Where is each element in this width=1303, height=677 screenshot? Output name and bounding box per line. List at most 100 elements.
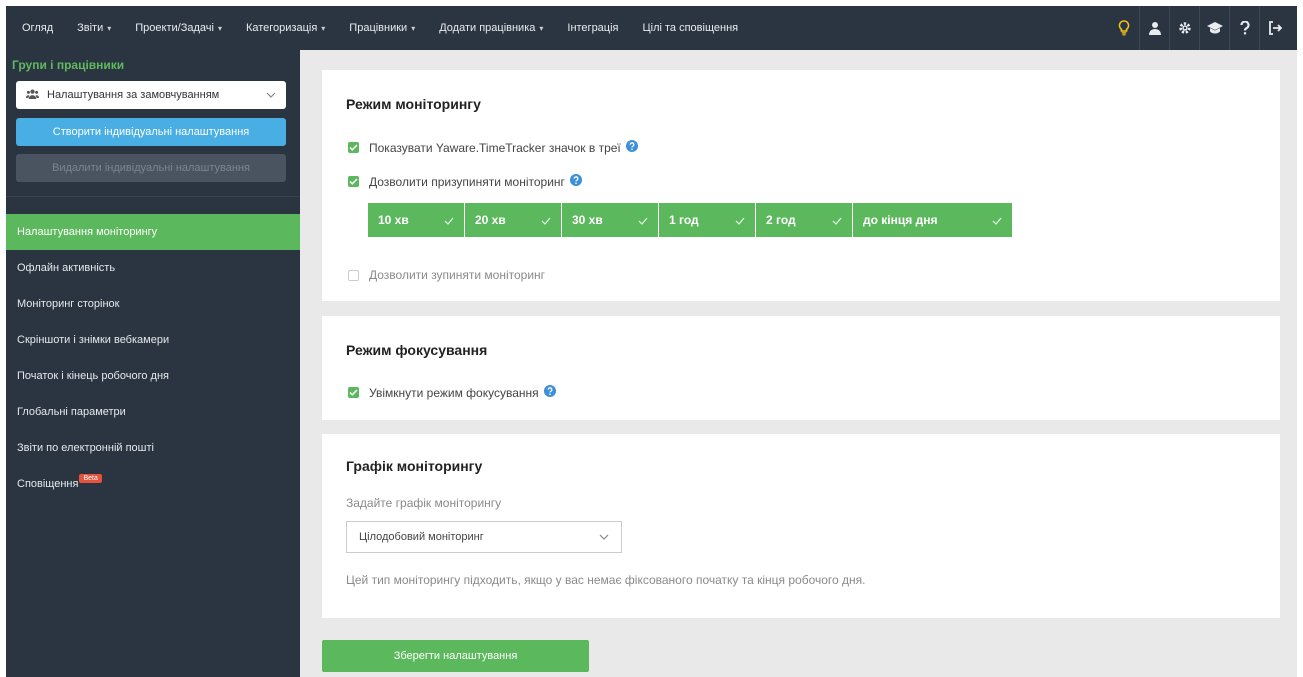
users-icon bbox=[26, 89, 39, 102]
chevron-down-icon: ▾ bbox=[321, 23, 326, 33]
question-icon[interactable] bbox=[1229, 6, 1259, 50]
pause-option-2hours[interactable]: 2 год bbox=[756, 203, 852, 237]
show-tray-icon-row: Показувати Yaware.TimeTracker значок в т… bbox=[348, 140, 638, 155]
sidebar-item-label: Налаштування моніторингу bbox=[17, 226, 158, 238]
group-title: Групи і працівники bbox=[12, 58, 125, 72]
pause-option-label: 30 хв bbox=[572, 213, 603, 227]
sidebar-item-label: Початок і кінець робочого дня bbox=[17, 370, 169, 382]
monitoring-mode-card: Режим моніторингу Показувати Yaware.Time… bbox=[322, 70, 1280, 301]
nav-projects[interactable]: Проекти/Задачі ▾ bbox=[135, 22, 222, 34]
schedule-select[interactable]: Цілодобовий моніторинг bbox=[346, 521, 622, 553]
focus-mode-checkbox[interactable] bbox=[348, 387, 359, 398]
nav-projects-label: Проекти/Задачі bbox=[135, 22, 214, 34]
pause-options: 10 хв 20 хв 30 хв 1 год 2 год до кінця д… bbox=[368, 203, 1013, 237]
nav-employees-label: Працівники bbox=[349, 22, 408, 34]
schedule-description: Цей тип моніторингу підходить, якщо у ва… bbox=[346, 573, 866, 587]
group-select-value: Налаштування за замовчуванням bbox=[47, 89, 220, 101]
check-icon bbox=[992, 214, 1002, 228]
chevron-down-icon: ▾ bbox=[539, 23, 544, 33]
pause-option-label: 1 год bbox=[669, 213, 699, 227]
sidebar-item-label: Глобальні параметри bbox=[17, 406, 126, 418]
nav-goals-label: Цілі та сповіщення bbox=[642, 22, 739, 34]
logout-icon[interactable] bbox=[1259, 6, 1289, 50]
sidebar-item-label: Скріншоти і знімки вебкамери bbox=[17, 334, 170, 346]
sidebar-item-page-monitoring[interactable]: Моніторинг сторінок bbox=[6, 286, 300, 322]
pause-option-10min[interactable]: 10 хв bbox=[368, 203, 464, 237]
user-icon[interactable] bbox=[1139, 6, 1169, 50]
sidebar-item-monitoring-settings[interactable]: Налаштування моніторингу bbox=[6, 214, 300, 250]
nav-reports-label: Звіти bbox=[77, 22, 104, 34]
lightbulb-icon[interactable] bbox=[1109, 6, 1139, 50]
focus-mode-title: Режим фокусування bbox=[346, 342, 488, 358]
top-nav: Огляд Звіти ▾ Проекти/Задачі ▾ Категоризац… bbox=[6, 6, 1297, 50]
sidebar-item-label: Моніторинг сторінок bbox=[17, 298, 120, 310]
allow-pause-checkbox[interactable] bbox=[348, 176, 359, 187]
check-icon bbox=[444, 214, 454, 228]
nav-reports[interactable]: Звіти ▾ bbox=[77, 22, 111, 34]
schedule-label: Задайте графік моніторингу bbox=[346, 496, 502, 510]
chevron-down-icon: ▾ bbox=[411, 23, 416, 33]
nav-integration-label: Інтеграція bbox=[567, 22, 619, 34]
beta-badge: Beta bbox=[79, 473, 102, 483]
create-individual-settings-button[interactable]: Створити індивідуальні налаштування bbox=[16, 118, 286, 146]
focus-mode-label: Увімкнути режим фокусування bbox=[369, 385, 539, 400]
allow-pause-row: Дозволити призупиняти моніторинг bbox=[348, 174, 582, 189]
pause-option-label: 2 год bbox=[766, 213, 796, 227]
nav-add-employee-label: Додати працівника bbox=[439, 22, 536, 34]
schedule-card: Графік моніторингу Задайте графік моніто… bbox=[322, 434, 1280, 618]
monitoring-mode-title: Режим моніторингу bbox=[346, 96, 481, 112]
save-settings-button[interactable]: Зберегти налаштування bbox=[322, 640, 589, 672]
pause-option-label: 10 хв bbox=[378, 213, 409, 227]
sidebar-item-screenshots-webcam[interactable]: Скріншоти і знімки вебкамери bbox=[6, 322, 300, 358]
sidebar: Групи і працівники Налаштування за замов… bbox=[6, 50, 300, 677]
allow-stop-row: Дозволити зупиняти моніторинг bbox=[348, 268, 545, 282]
help-icon[interactable] bbox=[569, 174, 582, 189]
sidebar-item-workday-start-end[interactable]: Початок і кінець робочого дня bbox=[6, 358, 300, 394]
pause-option-30min[interactable]: 30 хв bbox=[562, 203, 658, 237]
settings-menu: Налаштування моніторингу Офлайн активніс… bbox=[6, 214, 300, 502]
check-icon bbox=[541, 214, 551, 228]
nav-add-employee[interactable]: Додати працівника ▾ bbox=[439, 22, 543, 34]
nav-goals[interactable]: Цілі та сповіщення bbox=[643, 22, 739, 34]
show-tray-icon-checkbox[interactable] bbox=[348, 142, 359, 153]
graduation-cap-icon[interactable] bbox=[1199, 6, 1229, 50]
sidebar-item-label: Сповіщення bbox=[17, 478, 79, 490]
help-icon[interactable] bbox=[625, 140, 638, 155]
show-tray-icon-label: Показувати Yaware.TimeTracker значок в т… bbox=[369, 140, 621, 155]
focus-mode-card: Режим фокусування Увімкнути режим фокусу… bbox=[322, 316, 1280, 420]
schedule-select-value: Цілодобовий моніторинг bbox=[359, 531, 484, 543]
help-icon[interactable] bbox=[543, 385, 556, 400]
sidebar-item-global-parameters[interactable]: Глобальні параметри bbox=[6, 394, 300, 430]
pause-option-end-of-day[interactable]: до кінця дня bbox=[853, 203, 1012, 237]
allow-stop-checkbox[interactable] bbox=[348, 269, 359, 281]
sidebar-item-label: Звіти по електронній пошті bbox=[17, 442, 154, 454]
schedule-title: Графік моніторингу bbox=[346, 458, 483, 474]
sidebar-item-email-reports[interactable]: Звіти по електронній пошті bbox=[6, 430, 300, 466]
nav-icon-group bbox=[1109, 6, 1289, 50]
sidebar-divider bbox=[6, 196, 300, 197]
nav-categorization[interactable]: Категоризація ▾ bbox=[246, 22, 325, 34]
chevron-down-icon bbox=[599, 531, 609, 543]
pause-option-label: 20 хв bbox=[475, 213, 506, 227]
chevron-down-icon: ▾ bbox=[107, 23, 112, 33]
nav-integration[interactable]: Інтеграція bbox=[567, 22, 618, 34]
chevron-down-icon bbox=[266, 89, 276, 101]
nav-employees[interactable]: Працівники ▾ bbox=[349, 22, 415, 34]
allow-stop-label: Дозволити зупиняти моніторинг bbox=[369, 268, 546, 282]
sidebar-item-label: Офлайн активність bbox=[17, 262, 116, 274]
gear-icon[interactable] bbox=[1169, 6, 1199, 50]
pause-option-label: до кінця дня bbox=[863, 213, 938, 227]
nav-overview[interactable]: Огляд bbox=[22, 22, 53, 34]
group-select[interactable]: Налаштування за замовчуванням bbox=[16, 81, 286, 109]
check-icon bbox=[832, 214, 842, 228]
sidebar-item-offline-activity[interactable]: Офлайн активність bbox=[6, 250, 300, 286]
allow-pause-label: Дозволити призупиняти моніторинг bbox=[369, 174, 565, 189]
pause-option-20min[interactable]: 20 хв bbox=[465, 203, 561, 237]
pause-option-1hour[interactable]: 1 год bbox=[659, 203, 755, 237]
nav-overview-label: Огляд bbox=[22, 22, 54, 34]
check-icon bbox=[638, 214, 648, 228]
sidebar-item-notifications[interactable]: Сповіщення Beta bbox=[6, 466, 300, 502]
app-frame: Огляд Звіти ▾ Проекти/Задачі ▾ Категоризац… bbox=[6, 6, 1297, 677]
focus-mode-row: Увімкнути режим фокусування bbox=[348, 385, 556, 400]
delete-individual-settings-button[interactable]: Видалити індивідуальні налаштування bbox=[16, 154, 286, 182]
